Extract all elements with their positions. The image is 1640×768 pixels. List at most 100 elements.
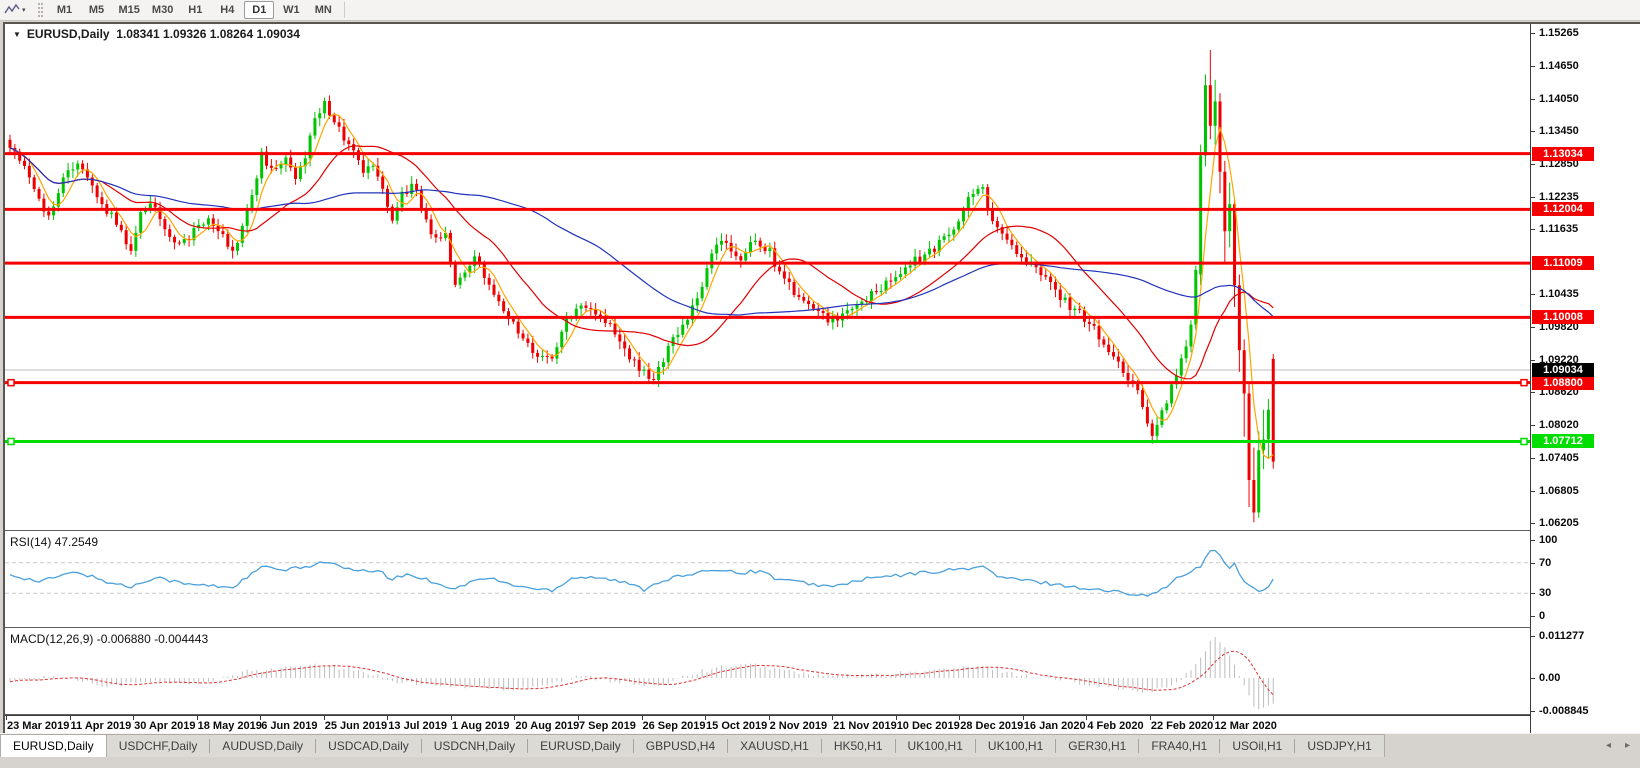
chart-tab-uk100-h1[interactable]: UK100,H1	[896, 735, 975, 757]
timeframe-button-h4[interactable]: H4	[212, 1, 242, 19]
level-price-badge: 1.07712	[1532, 434, 1594, 448]
date-label: 22 Feb 2020	[1151, 720, 1213, 732]
chart-window: ▼EURUSD,Daily 1.08341 1.09326 1.08264 1.…	[3, 22, 1640, 733]
macd-axis-label: -0.008845	[1539, 705, 1589, 717]
zigzag-line-icon	[4, 3, 20, 17]
macd-canvas[interactable]	[5, 630, 1530, 715]
rsi-panel: RSI(14) 47.2549	[5, 533, 1530, 628]
status-strip	[0, 757, 1640, 768]
chart-tab-usdchf-daily[interactable]: USDCHF,Daily	[107, 735, 210, 757]
rsi-label: RSI(14) 47.2549	[10, 535, 98, 549]
timeframe-button-mn[interactable]: MN	[308, 1, 338, 19]
axis-tick	[1531, 636, 1535, 637]
chart-tab-fra40-h1[interactable]: FRA40,H1	[1139, 735, 1219, 757]
macd-axis-label: 0.011277	[1539, 630, 1584, 642]
main-chart-canvas[interactable]	[5, 24, 1530, 531]
date-label: 28 Dec 2019	[960, 720, 1023, 732]
axis-tick	[1531, 491, 1535, 492]
collapse-triangle-icon[interactable]: ▼	[13, 30, 21, 39]
chart-tab-hk50-h1[interactable]: HK50,H1	[822, 735, 895, 757]
price-tick-label: 1.06805	[1539, 485, 1579, 497]
date-label: 20 Aug 2019	[515, 720, 579, 732]
axis-tick	[1531, 425, 1535, 426]
axis-tick	[1531, 563, 1535, 564]
timeframe-button-m1[interactable]: M1	[50, 1, 80, 19]
chart-tab-usdcad-daily[interactable]: USDCAD,Daily	[316, 735, 421, 757]
axis-tick	[1531, 360, 1535, 361]
chart-tab-usoil-h1[interactable]: USOil,H1	[1220, 735, 1294, 757]
rsi-axis-label: 0	[1539, 610, 1545, 622]
current-price-badge: 1.09034	[1532, 363, 1594, 377]
timeframe-button-w1[interactable]: W1	[276, 1, 306, 19]
timeframe-button-h1[interactable]: H1	[180, 1, 210, 19]
chart-title: ▼EURUSD,Daily 1.08341 1.09326 1.08264 1.…	[13, 27, 300, 41]
chart-tab-xauusd-h1[interactable]: XAUUSD,H1	[728, 735, 821, 757]
price-tick-label: 1.10435	[1539, 288, 1579, 300]
axis-tick	[1531, 616, 1535, 617]
ohlc-close: 1.09034	[256, 27, 299, 41]
tab-scroll-right-icon[interactable]: ▸	[1625, 740, 1630, 751]
timeframe-button-d1[interactable]: D1	[244, 1, 274, 19]
price-axis[interactable]: 1.152651.146501.140501.134501.128501.122…	[1530, 24, 1640, 735]
date-label: 2 Nov 2019	[770, 720, 827, 732]
price-tick-label: 1.14650	[1539, 60, 1579, 72]
date-label: 30 Apr 2019	[134, 720, 195, 732]
tab-scroll-arrows: ◂ ▸	[1606, 734, 1640, 757]
timeframe-button-m15[interactable]: M15	[114, 1, 145, 19]
timeframe-button-m5[interactable]: M5	[82, 1, 112, 19]
date-label: 25 Jun 2019	[325, 720, 387, 732]
macd-axis-label: 0.00	[1539, 672, 1560, 684]
chart-tab-usdjpy-h1[interactable]: USDJPY,H1	[1295, 735, 1383, 757]
level-price-badge: 1.12004	[1532, 202, 1594, 216]
date-label: 13 Jul 2019	[388, 720, 447, 732]
dropdown-arrow-icon[interactable]: ▾	[22, 6, 26, 14]
chart-tab-eurusd-daily[interactable]: EURUSD,Daily	[1, 735, 107, 757]
date-label: 21 Nov 2019	[833, 720, 897, 732]
chart-tab-gbpusd-h4[interactable]: GBPUSD,H4	[634, 735, 727, 757]
axis-tick	[1531, 99, 1535, 100]
date-label: 10 Dec 2019	[897, 720, 960, 732]
chart-tab-eurusd-daily[interactable]: EURUSD,Daily	[528, 735, 633, 757]
top-toolbar: ▾ M1M5M15M30H1H4D1W1MN	[0, 0, 1640, 21]
ohlc-open: 1.08341	[116, 27, 159, 41]
chart-tab-bar: EURUSD,DailyUSDCHF,DailyAUDUSD,DailyUSDC…	[0, 733, 1640, 757]
price-tick-label: 1.06205	[1539, 517, 1579, 529]
level-price-badge: 1.11009	[1532, 256, 1594, 270]
ohlc-high: 1.09326	[163, 27, 206, 41]
date-label: 6 Jun 2019	[261, 720, 317, 732]
axis-tick	[1531, 327, 1535, 328]
axis-tick	[1531, 197, 1535, 198]
rsi-value: 47.2549	[55, 535, 98, 549]
tab-scroll-left-icon[interactable]: ◂	[1606, 740, 1611, 751]
price-tick-label: 1.08020	[1539, 419, 1579, 431]
macd-value-signal: -0.004443	[154, 632, 208, 646]
date-label: 23 Mar 2019	[7, 720, 69, 732]
axis-tick	[1531, 458, 1535, 459]
toolbar-grip[interactable]	[38, 3, 43, 17]
price-tick-label: 1.11635	[1539, 223, 1578, 235]
level-price-badge: 1.10008	[1532, 310, 1594, 324]
chart-cursor-tool[interactable]: ▾	[0, 0, 30, 20]
chart-tab-uk100-h1[interactable]: UK100,H1	[976, 735, 1055, 757]
axis-tick	[1531, 294, 1535, 295]
ohlc-low: 1.08264	[210, 27, 253, 41]
date-label: 15 Oct 2019	[706, 720, 767, 732]
price-tick-label: 1.07405	[1539, 452, 1579, 464]
timeframe-button-m30[interactable]: M30	[147, 1, 178, 19]
axis-tick	[1531, 523, 1535, 524]
chart-tab-ger30-h1[interactable]: GER30,H1	[1056, 735, 1138, 757]
axis-tick	[1531, 229, 1535, 230]
price-tick-label: 1.12235	[1539, 191, 1579, 203]
price-tick-label: 1.15265	[1539, 27, 1579, 39]
time-axis[interactable]: 23 Mar 201911 Apr 201930 Apr 201918 May …	[5, 715, 1530, 735]
axis-tick	[1531, 164, 1535, 165]
axis-tick	[1531, 392, 1535, 393]
rsi-canvas[interactable]	[5, 533, 1530, 628]
main-chart-panel: ▼EURUSD,Daily 1.08341 1.09326 1.08264 1.…	[5, 24, 1530, 531]
chart-tab-audusd-daily[interactable]: AUDUSD,Daily	[210, 735, 315, 757]
macd-panel: MACD(12,26,9) -0.006880 -0.004443	[5, 630, 1530, 715]
rsi-axis-label: 100	[1539, 534, 1557, 546]
axis-tick	[1531, 711, 1535, 712]
axis-tick	[1531, 66, 1535, 67]
chart-tab-usdcnh-daily[interactable]: USDCNH,Daily	[422, 735, 527, 757]
